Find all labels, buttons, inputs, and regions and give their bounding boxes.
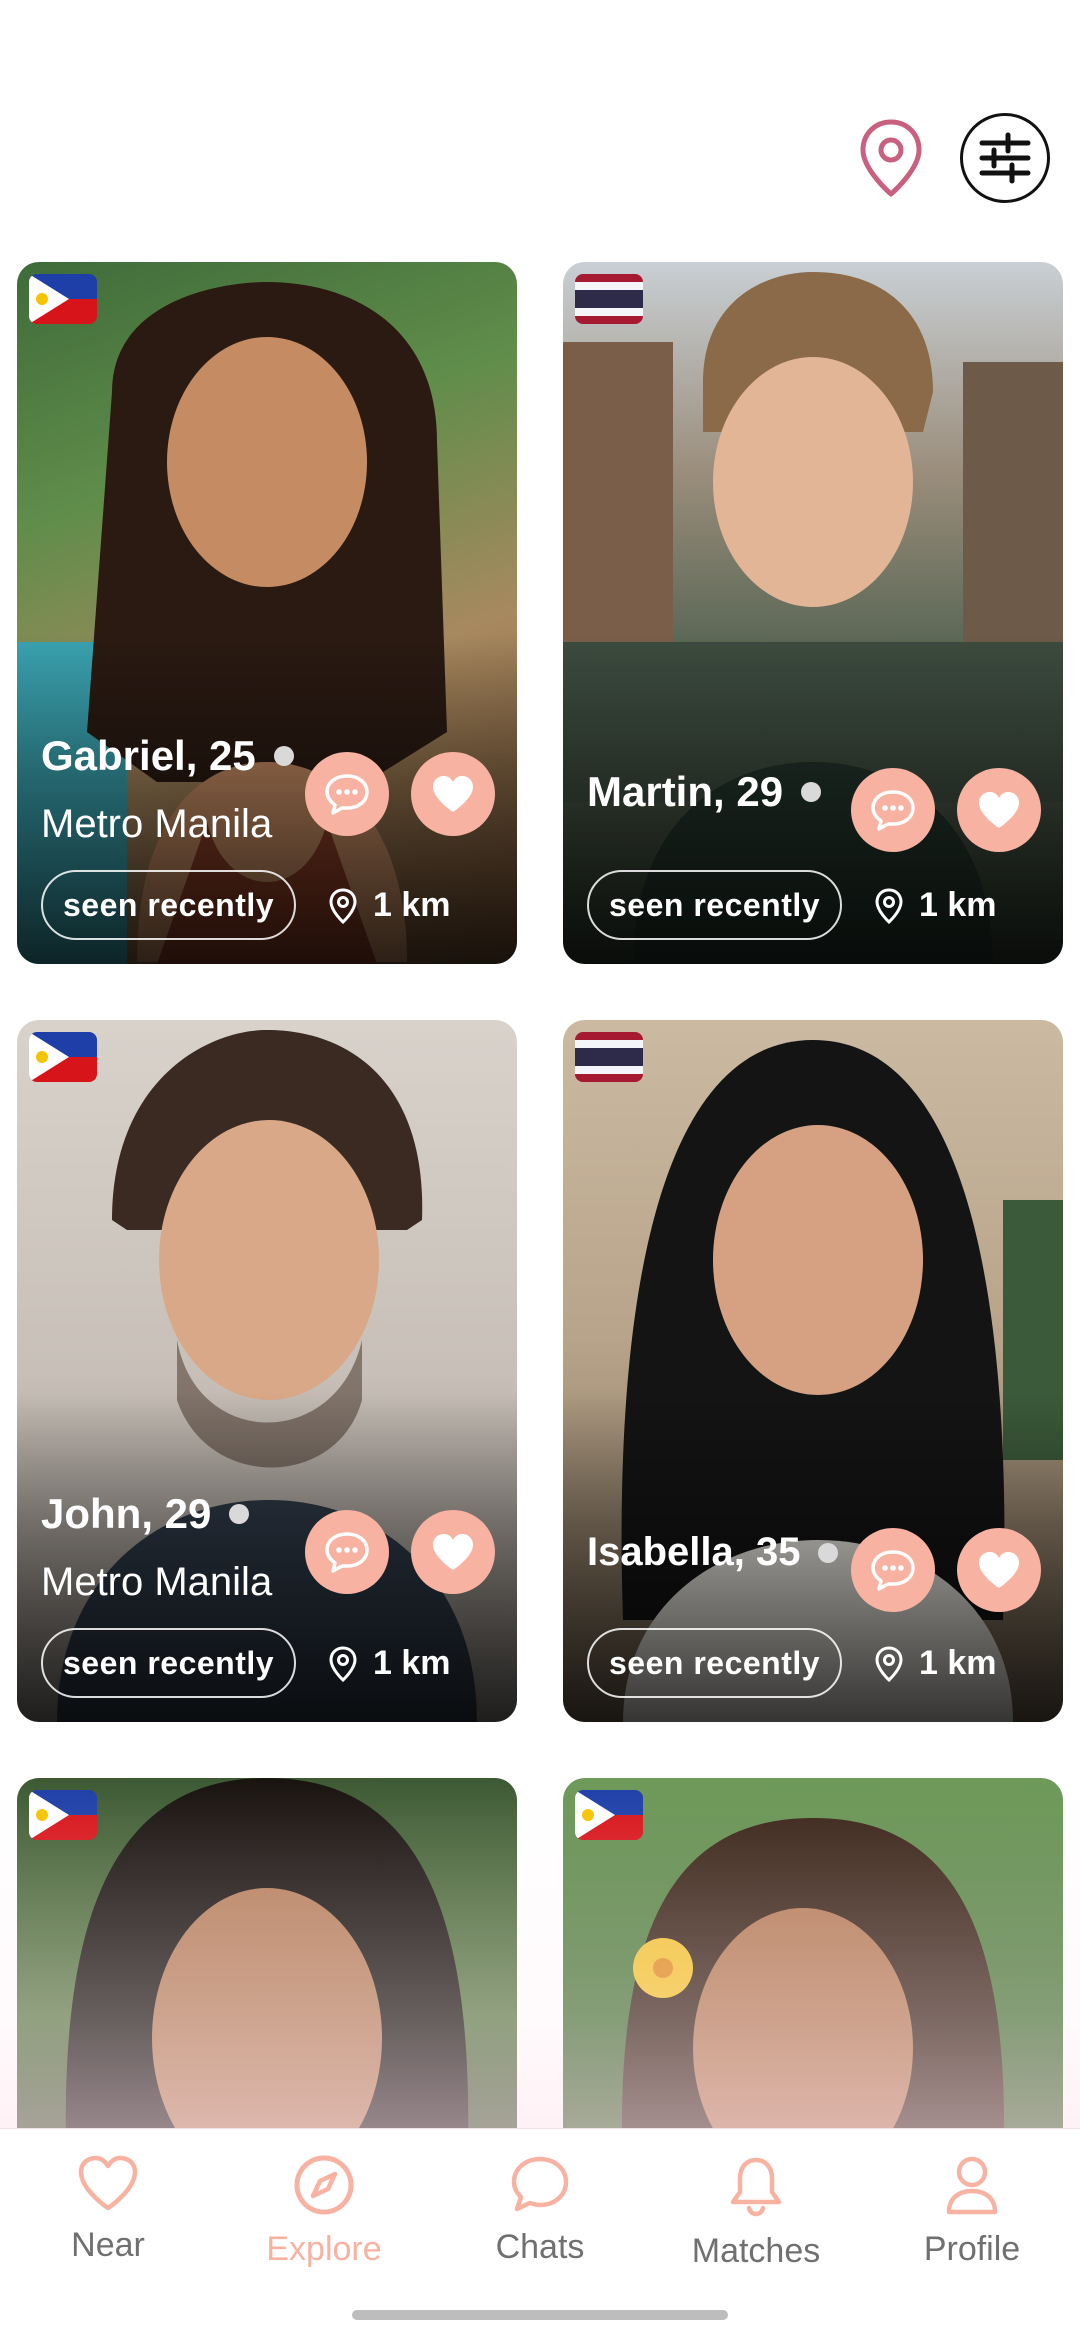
profile-city: Metro Manila: [41, 1560, 273, 1604]
distance-label: 1 km: [875, 886, 997, 925]
top-bar: [0, 0, 1080, 250]
nav-label: Near: [71, 2226, 145, 2264]
chat-bubble-icon: [325, 774, 369, 815]
distance-label: 1 km: [329, 886, 451, 925]
compass-icon: [294, 2155, 354, 2215]
nav-item-chats[interactable]: Chats: [432, 2154, 648, 2267]
map-pin-icon: [875, 1645, 903, 1682]
chat-bubble-icon: [871, 790, 915, 831]
chat-bubble-icon: [871, 1550, 915, 1591]
chat-button[interactable]: [305, 752, 389, 836]
nav-label: Chats: [495, 2228, 585, 2266]
chat-button[interactable]: [851, 768, 935, 852]
profile-name: Isabella, 35: [587, 1530, 839, 1575]
flag-philippines: [29, 1032, 97, 1082]
user-icon: [946, 2156, 998, 2215]
chat-bubble-icon: [511, 2156, 569, 2212]
heart-icon: [433, 776, 473, 812]
heart-icon: [433, 1534, 473, 1570]
flag-philippines: [575, 1790, 643, 1840]
map-pin-icon: [860, 119, 922, 196]
distance-label: 1 km: [875, 1644, 997, 1683]
nav-item-explore[interactable]: Explore: [216, 2154, 432, 2269]
profile-card[interactable]: Isabella, 35 seen recently 1 km: [563, 1020, 1063, 1722]
online-status-dot: [229, 1504, 250, 1524]
flag-philippines: [29, 1790, 97, 1840]
map-pin-icon: [329, 1645, 357, 1682]
profile-card[interactable]: Gabriel, 25 Metro Manila seen recently 1…: [17, 262, 517, 964]
online-status-dot: [273, 746, 294, 766]
profile-name: Martin, 29: [587, 768, 822, 816]
profile-card[interactable]: [563, 1778, 1063, 2178]
filter-button[interactable]: [960, 113, 1050, 203]
map-pin-icon: [875, 887, 903, 924]
profile-card[interactable]: [17, 1778, 517, 2178]
like-button[interactable]: [957, 1528, 1041, 1612]
chat-button[interactable]: [305, 1510, 389, 1594]
flag-thailand: [575, 274, 643, 324]
like-button[interactable]: [957, 768, 1041, 852]
nav-label: Explore: [266, 2230, 382, 2268]
distance-label: 1 km: [329, 1644, 451, 1683]
status-badge: seen recently: [41, 1628, 297, 1698]
sliders-icon: [979, 132, 1031, 184]
online-status-dot: [818, 1542, 839, 1563]
profile-card[interactable]: John, 29 Metro Manila seen recently 1 km: [17, 1020, 517, 1722]
nav-item-profile[interactable]: Profile: [864, 2154, 1080, 2269]
home-indicator[interactable]: [352, 2310, 728, 2320]
profile-city: Metro Manila: [41, 802, 273, 846]
heart-icon: [979, 792, 1019, 828]
status-badge: seen recently: [587, 870, 843, 940]
nav-item-matches[interactable]: Matches: [648, 2154, 864, 2271]
nav-label: Profile: [923, 2230, 1021, 2268]
bottom-nav: Near Explore Chats Matches Profile: [0, 2128, 1080, 2340]
location-button[interactable]: [855, 115, 927, 200]
like-button[interactable]: [411, 752, 495, 836]
nav-label: Matches: [691, 2232, 821, 2270]
profile-name: Gabriel, 25: [41, 732, 294, 780]
map-pin-icon: [329, 887, 357, 924]
chat-bubble-icon: [325, 1532, 369, 1573]
flag-philippines: [29, 274, 97, 324]
profile-name: John, 29: [41, 1490, 250, 1538]
heart-icon: [78, 2155, 138, 2211]
online-status-dot: [801, 782, 822, 802]
bell-icon: [730, 2157, 782, 2217]
status-badge: seen recently: [587, 1628, 843, 1698]
nav-item-near[interactable]: Near: [0, 2154, 216, 2265]
profile-card[interactable]: Martin, 29 seen recently 1 km: [563, 262, 1063, 964]
status-badge: seen recently: [41, 870, 297, 940]
heart-icon: [979, 1552, 1019, 1588]
like-button[interactable]: [411, 1510, 495, 1594]
chat-button[interactable]: [851, 1528, 935, 1612]
flag-thailand: [575, 1032, 643, 1082]
